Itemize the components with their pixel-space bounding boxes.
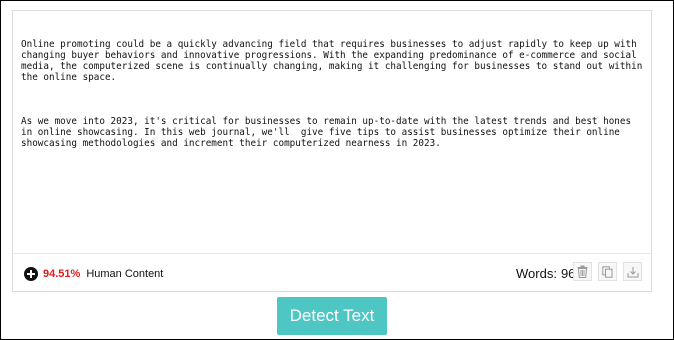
plus-circle-icon[interactable] xyxy=(24,267,38,281)
detect-text-button[interactable]: Detect Text xyxy=(277,297,387,335)
copy-text-button[interactable] xyxy=(598,262,617,281)
human-score-label: Human Content xyxy=(86,268,164,280)
words-label: Words: xyxy=(516,265,557,281)
paragraph-2: As we move into 2023, it's critical for … xyxy=(21,116,637,149)
download-icon xyxy=(627,266,638,277)
text-input-area[interactable]: Online promoting could be a quickly adva… xyxy=(13,11,651,253)
result-summary: 94.51% Human Content xyxy=(24,266,163,282)
clear-text-button[interactable] xyxy=(573,262,592,281)
editor-footer: 94.51% Human Content Words: 96 xyxy=(13,253,651,292)
word-count: Words: 96 xyxy=(516,264,575,282)
text-editor[interactable]: Online promoting could be a quickly adva… xyxy=(12,10,652,292)
copy-icon xyxy=(602,265,613,278)
paragraph-1: Online promoting could be a quickly adva… xyxy=(21,39,648,83)
download-text-button[interactable] xyxy=(623,262,642,281)
human-score-value: 94.51% xyxy=(43,268,81,280)
app-frame: Online promoting could be a quickly adva… xyxy=(0,0,674,340)
trash-icon xyxy=(577,265,588,278)
